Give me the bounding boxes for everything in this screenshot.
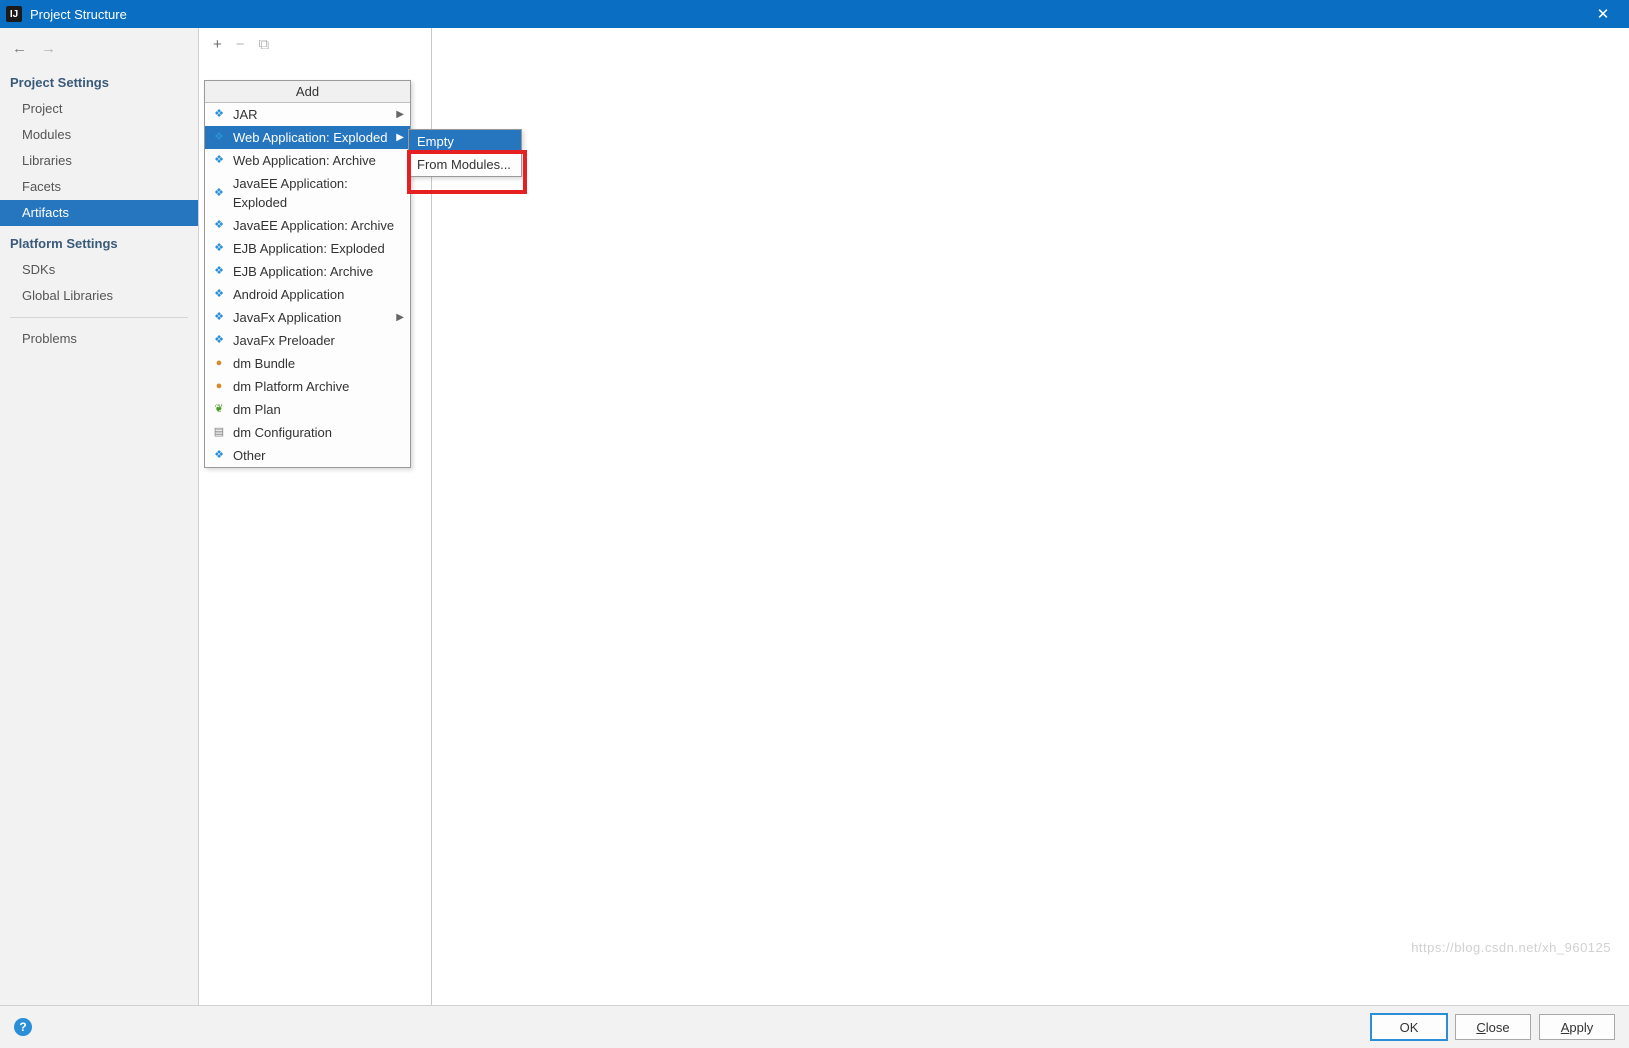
- diamond-icon: ❖: [211, 218, 227, 234]
- add-menu-item[interactable]: ❖ Web Application: Archive: [205, 149, 410, 172]
- dialog-body: ← → Project Settings Project Modules Lib…: [0, 28, 1629, 1005]
- add-menu-item[interactable]: ● dm Platform Archive: [205, 375, 410, 398]
- leaf-icon: ❦: [211, 402, 227, 418]
- add-menu-item[interactable]: ❖ JavaEE Application: Exploded: [205, 172, 410, 214]
- artifact-detail-pane: [432, 28, 1629, 1005]
- add-menu-item-label: dm Bundle: [233, 354, 295, 373]
- nav-item-libraries[interactable]: Libraries: [0, 148, 198, 174]
- add-menu-item-label: Web Application: Archive: [233, 151, 376, 170]
- add-menu-item[interactable]: ❖ Other: [205, 444, 410, 467]
- add-menu-item[interactable]: ● dm Bundle: [205, 352, 410, 375]
- section-project-settings: Project Settings: [0, 71, 198, 96]
- nav-item-project[interactable]: Project: [0, 96, 198, 122]
- chevron-right-icon: ▶: [396, 128, 404, 147]
- add-menu-item-label: Web Application: Exploded: [233, 128, 387, 147]
- diamond-icon: ❖: [211, 448, 227, 464]
- add-menu-item[interactable]: ❖ Android Application: [205, 283, 410, 306]
- chevron-right-icon: ▶: [396, 105, 404, 124]
- add-menu-item[interactable]: ❖ JAR ▶: [205, 103, 410, 126]
- circle-icon: ●: [211, 356, 227, 372]
- add-menu-item-label: JavaEE Application: Exploded: [233, 174, 404, 212]
- artifacts-toolbar: + − ⧉: [199, 28, 431, 58]
- diamond-icon: ❖: [211, 241, 227, 257]
- app-icon: IJ: [6, 6, 22, 22]
- nav-item-artifacts[interactable]: Artifacts: [0, 200, 198, 226]
- section-platform-settings: Platform Settings: [0, 232, 198, 257]
- add-menu-item[interactable]: ❖ EJB Application: Exploded: [205, 237, 410, 260]
- titlebar: IJ Project Structure ✕: [0, 0, 1629, 28]
- add-menu-item[interactable]: ❖ JavaFx Application ▶: [205, 306, 410, 329]
- doc-icon: ▤: [211, 425, 227, 441]
- circle-icon: ●: [211, 379, 227, 395]
- diamond-icon: ❖: [211, 310, 227, 326]
- apply-button[interactable]: Apply: [1539, 1014, 1615, 1040]
- diamond-icon: ❖: [211, 185, 227, 201]
- add-menu-item[interactable]: ❖ EJB Application: Archive: [205, 260, 410, 283]
- add-menu-item-label: dm Platform Archive: [233, 377, 349, 396]
- add-menu-item-label: JavaFx Preloader: [233, 331, 335, 350]
- diamond-icon: ❖: [211, 287, 227, 303]
- window-title: Project Structure: [30, 7, 1583, 22]
- project-structure-dialog: IJ Project Structure ✕ ← → Project Setti…: [0, 0, 1629, 1048]
- nav-item-problems[interactable]: Problems: [0, 326, 198, 352]
- add-artifact-menu: Add ❖ JAR ▶ ❖ Web Application: Exploded ▶ ❖ Web…: [204, 80, 411, 468]
- add-menu-item[interactable]: ❦ dm Plan: [205, 398, 410, 421]
- add-menu-item-label: JavaEE Application: Archive: [233, 216, 394, 235]
- nav-back-button[interactable]: ←: [12, 40, 27, 57]
- close-button[interactable]: Close: [1455, 1014, 1531, 1040]
- diamond-icon: ❖: [211, 333, 227, 349]
- submenu-item[interactable]: From Modules...: [409, 153, 521, 176]
- add-menu-item[interactable]: ❖ Web Application: Exploded ▶: [205, 126, 410, 149]
- add-menu-item-label: dm Configuration: [233, 423, 332, 442]
- diamond-icon: ❖: [211, 130, 227, 146]
- window-close-button[interactable]: ✕: [1583, 0, 1623, 28]
- chevron-right-icon: ▶: [396, 308, 404, 327]
- add-menu-item[interactable]: ❖ JavaFx Preloader: [205, 329, 410, 352]
- submenu-item[interactable]: Empty: [409, 130, 521, 153]
- dialog-footer: ? OK Close Apply: [0, 1005, 1629, 1048]
- diamond-icon: ❖: [211, 153, 227, 169]
- add-artifact-submenu: EmptyFrom Modules...: [408, 129, 522, 177]
- diamond-icon: ❖: [211, 264, 227, 280]
- copy-artifact-button[interactable]: ⧉: [259, 36, 270, 53]
- remove-artifact-button[interactable]: −: [236, 36, 245, 53]
- add-menu-item-label: EJB Application: Exploded: [233, 239, 385, 258]
- ok-button[interactable]: OK: [1371, 1014, 1447, 1040]
- nav-item-modules[interactable]: Modules: [0, 122, 198, 148]
- add-artifact-button[interactable]: +: [213, 36, 222, 53]
- sidebar: ← → Project Settings Project Modules Lib…: [0, 28, 199, 1005]
- add-menu-title: Add: [205, 81, 410, 103]
- add-menu-item[interactable]: ▤ dm Configuration: [205, 421, 410, 444]
- nav-item-facets[interactable]: Facets: [0, 174, 198, 200]
- add-menu-item-label: dm Plan: [233, 400, 281, 419]
- add-menu-item-label: Other: [233, 446, 266, 465]
- sidebar-separator: [10, 317, 188, 318]
- add-menu-item-label: JavaFx Application: [233, 308, 341, 327]
- nav-item-global-libraries[interactable]: Global Libraries: [0, 283, 198, 309]
- diamond-icon: ❖: [211, 107, 227, 123]
- add-menu-item-label: EJB Application: Archive: [233, 262, 373, 281]
- nav-forward-button[interactable]: →: [41, 40, 56, 57]
- add-menu-item-label: Android Application: [233, 285, 344, 304]
- add-menu-item[interactable]: ❖ JavaEE Application: Archive: [205, 214, 410, 237]
- add-menu-item-label: JAR: [233, 105, 258, 124]
- nav-item-sdks[interactable]: SDKs: [0, 257, 198, 283]
- help-button[interactable]: ?: [14, 1018, 32, 1036]
- nav-history: ← →: [0, 36, 198, 71]
